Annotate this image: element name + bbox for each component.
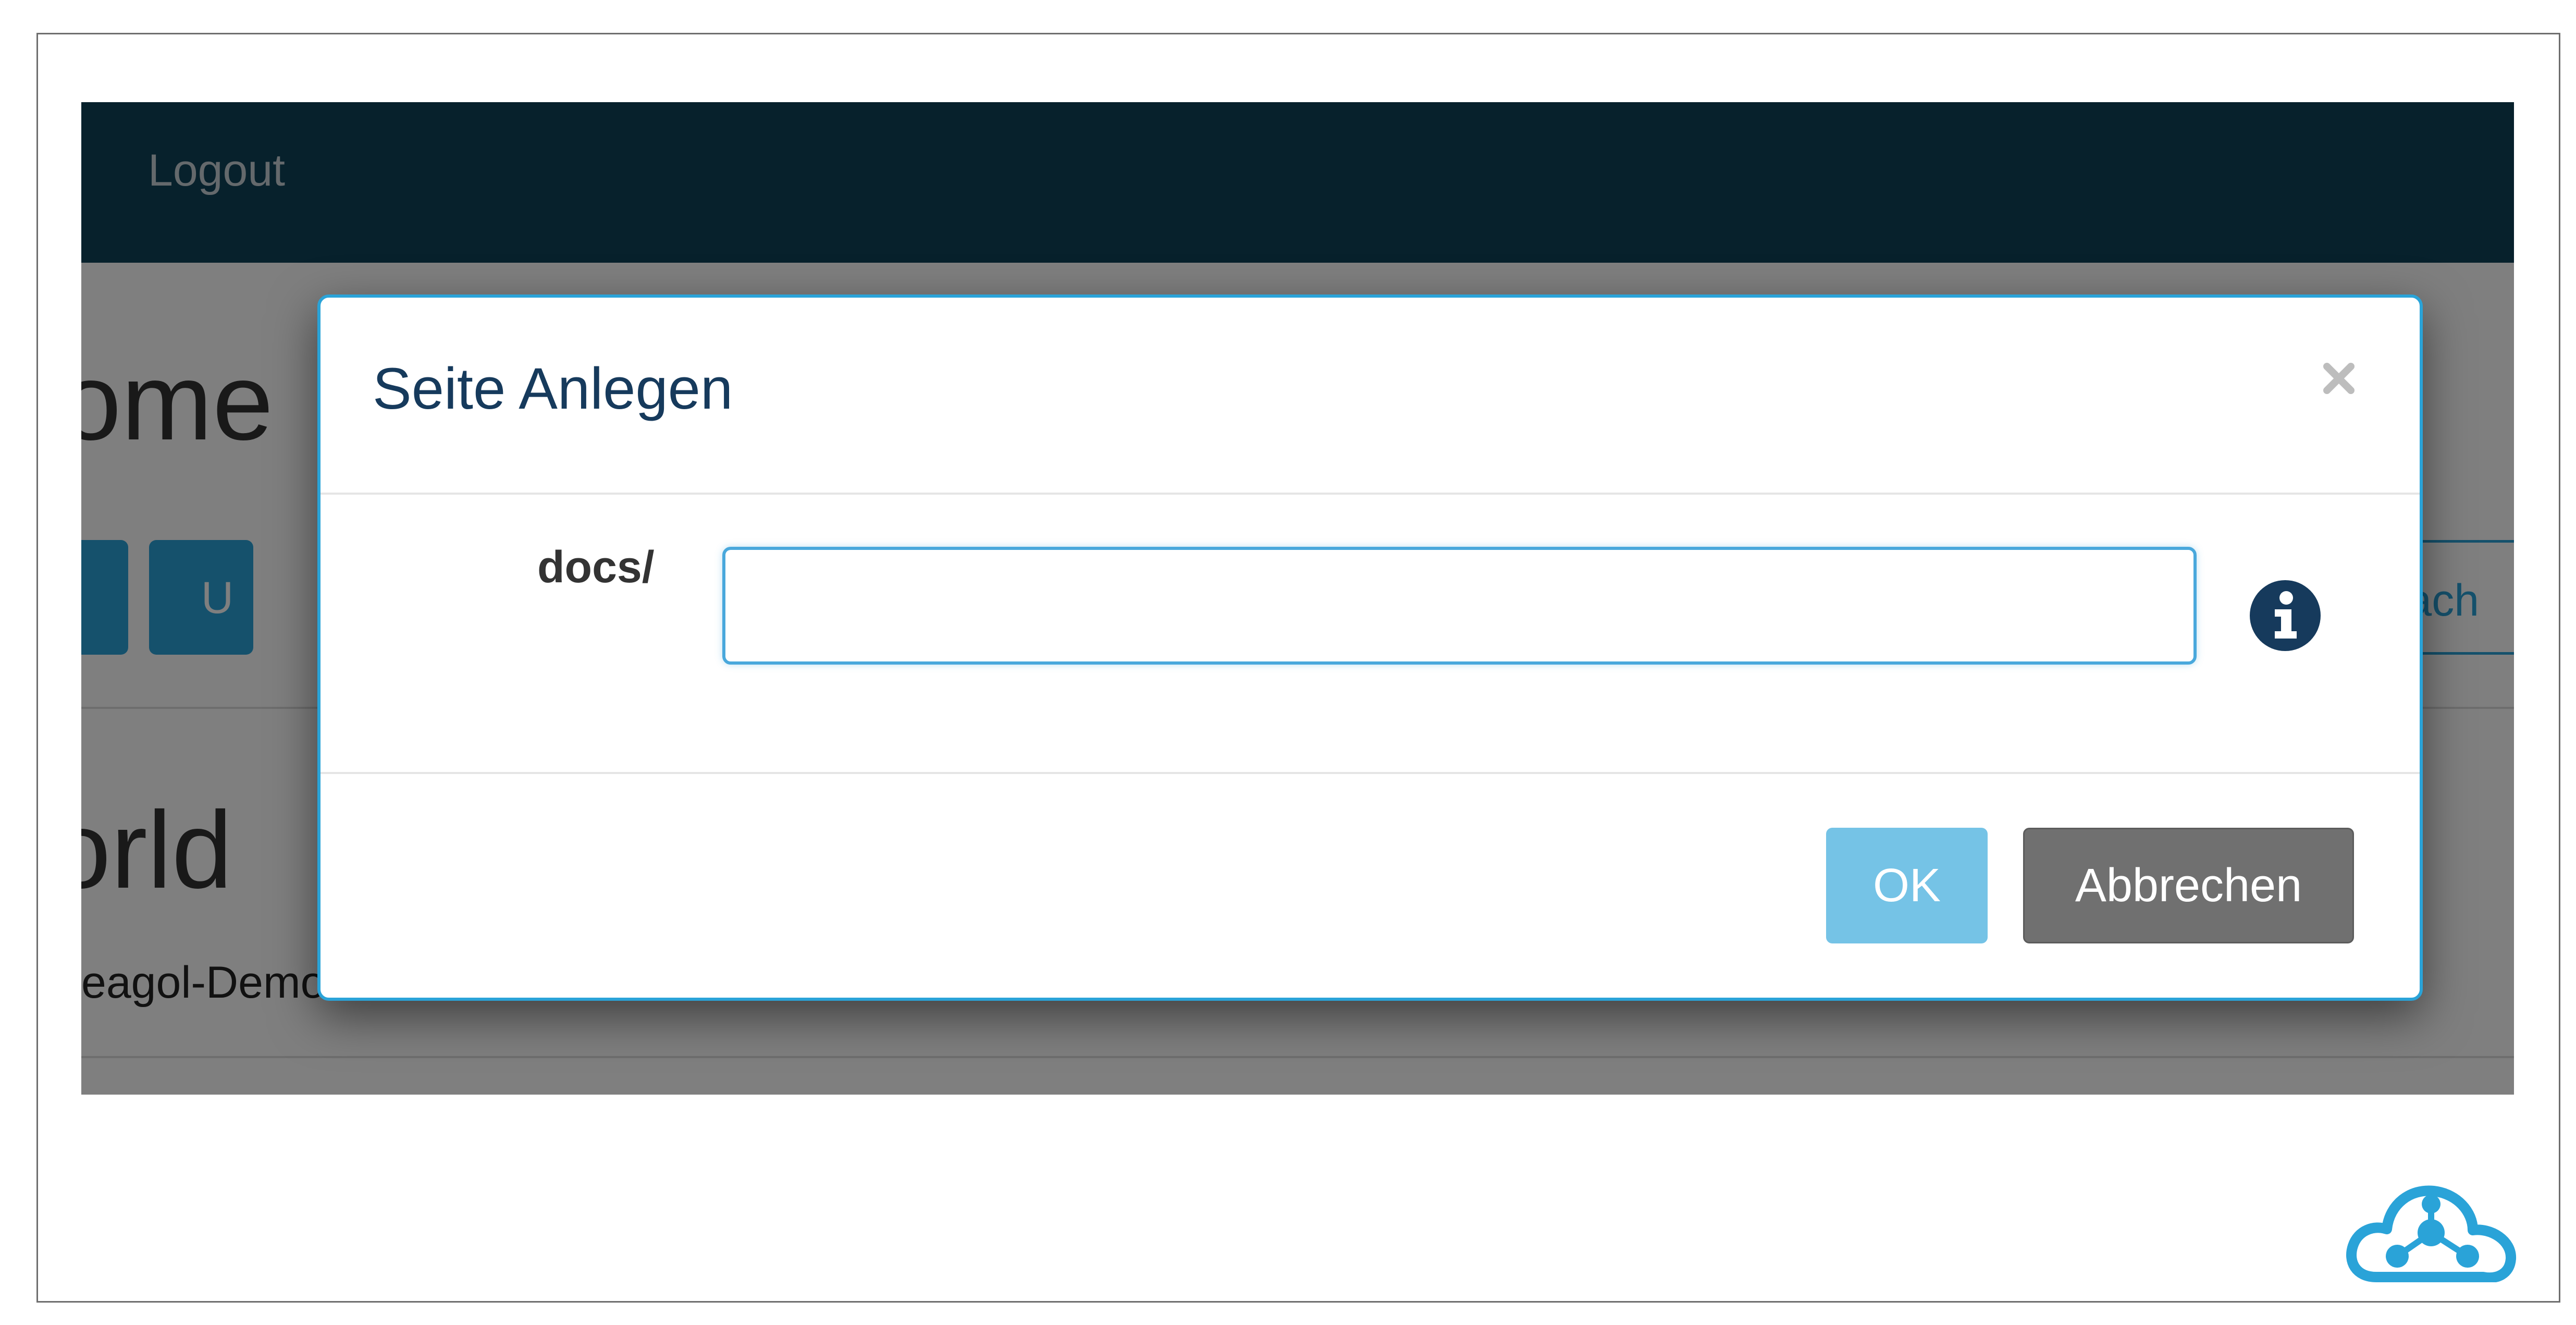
cloud-network-logo [2346,1185,2516,1282]
page-name-input[interactable] [722,547,2197,665]
dialog-title: Seite Anlegen [373,356,733,421]
dialog-body: docs/ [321,495,2420,774]
dialog-footer: OK Abbrechen [321,774,2420,998]
page-path-label: docs/ [537,542,655,592]
close-button[interactable] [2315,355,2362,402]
create-page-dialog: Seite Anlegen docs/ OK Abbrechen [317,295,2423,1001]
dialog-header: Seite Anlegen [321,298,2420,495]
cancel-button[interactable]: Abbrechen [2023,828,2354,943]
close-icon [2323,363,2355,394]
ok-button[interactable]: OK [1826,828,1988,943]
info-circle-icon[interactable] [2249,579,2322,652]
app-window: Logout ome U en nach orld eagol-Demo! Ha… [81,102,2514,1095]
